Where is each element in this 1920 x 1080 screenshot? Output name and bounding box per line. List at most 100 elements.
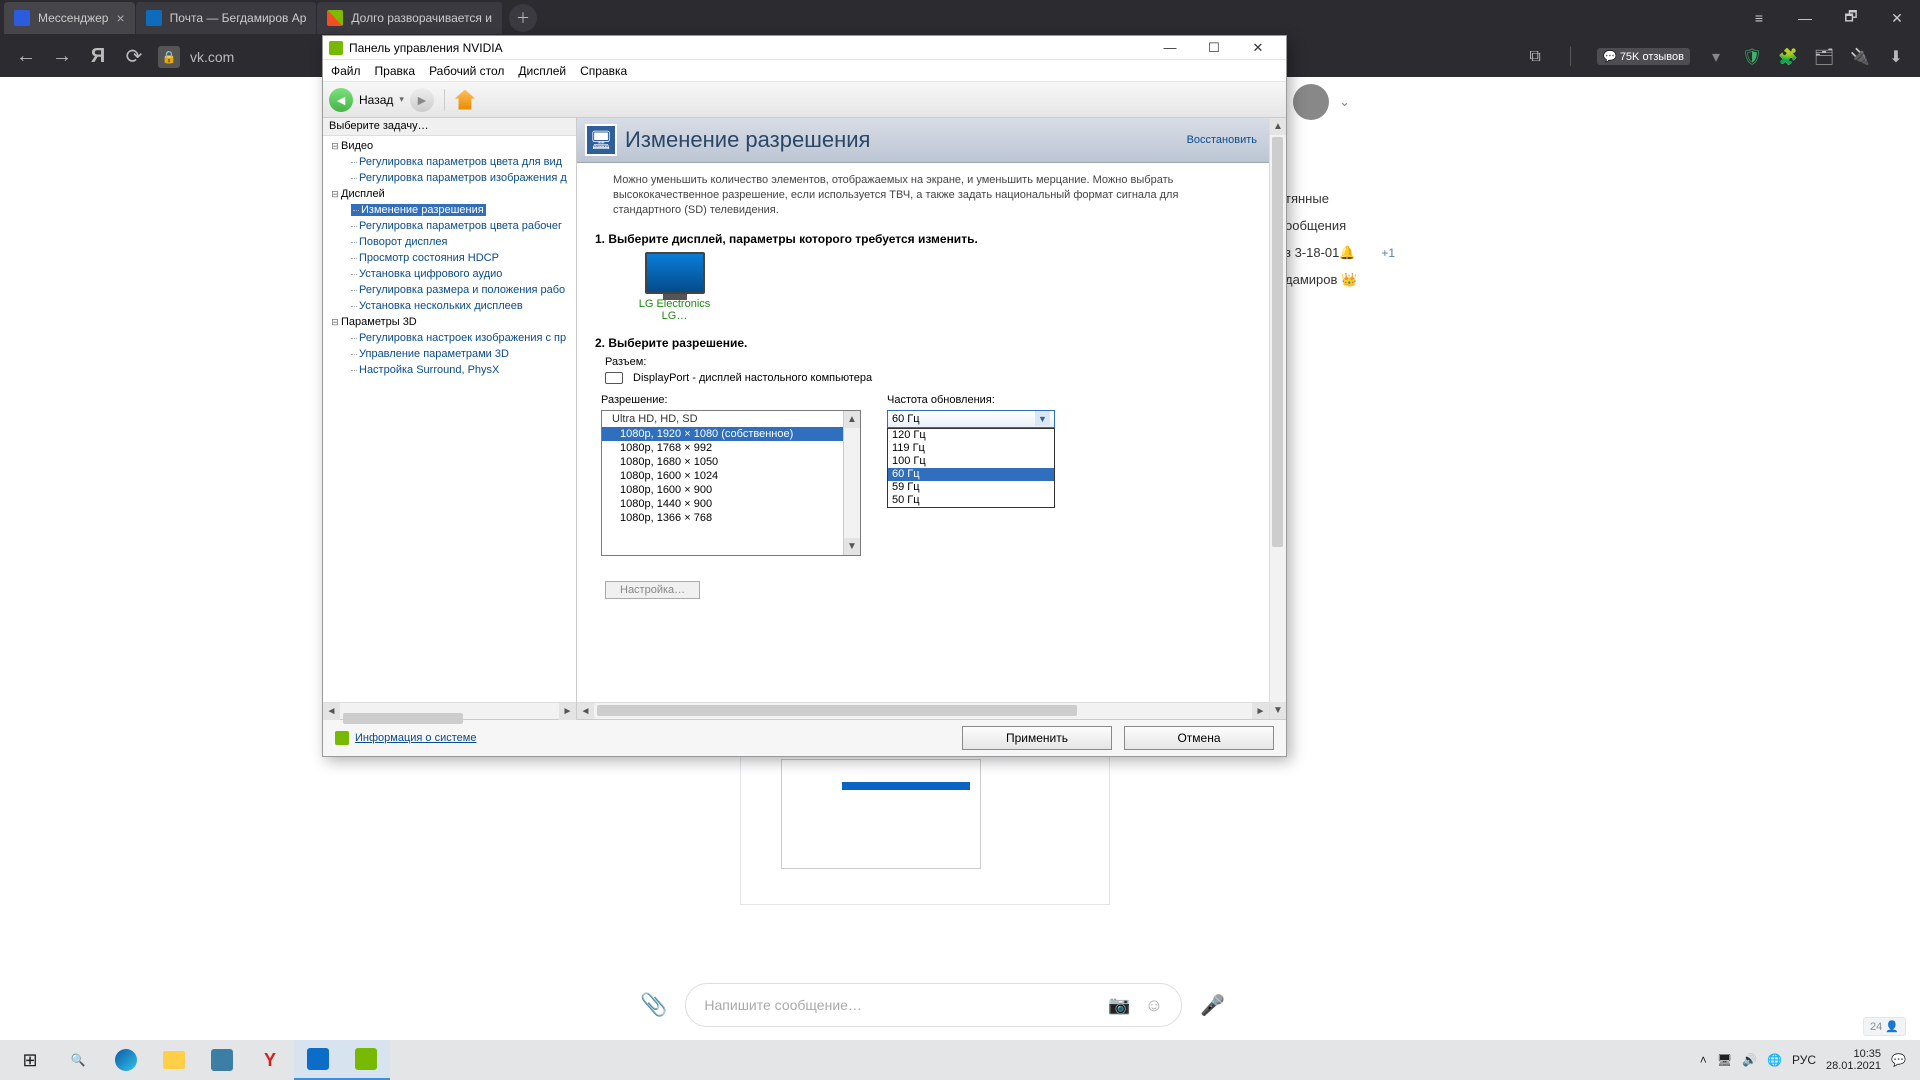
menu-edit[interactable]: Правка (375, 64, 416, 78)
resolution-option[interactable]: 1080p, 1440 × 900 (602, 497, 860, 511)
task-tree[interactable]: ⊟ВидеоРегулировка параметров цвета для в… (323, 136, 576, 702)
taskbar-edge[interactable] (102, 1040, 150, 1080)
list-item[interactable]: з 3-18-01🔔+1 (1285, 239, 1395, 266)
bookmark-icon[interactable]: ▾ (1706, 47, 1726, 67)
notifications-icon[interactable]: 💬 (1891, 1053, 1906, 1067)
tree-item[interactable]: ⊟Параметры 3D (323, 314, 576, 330)
resolution-listbox[interactable]: Ultra HD, HD, SD 1080p, 1920 × 1080 (соб… (601, 410, 861, 556)
home-icon[interactable] (455, 90, 475, 110)
content-vscroll[interactable]: ▲ ▼ (1269, 118, 1286, 719)
refresh-option[interactable]: 60 Гц (888, 468, 1054, 481)
scroll-left-icon[interactable]: ◄ (323, 703, 340, 720)
tree-item[interactable]: Регулировка параметров цвета для вид (323, 154, 576, 170)
system-info-link[interactable]: Информация о системе (335, 731, 476, 745)
taskbar-photos[interactable] (198, 1040, 246, 1080)
tab-microsoft[interactable]: Долго разворачивается и (317, 2, 502, 34)
back-button[interactable]: ◄ (329, 88, 353, 112)
collections-icon[interactable]: 🗂 (1814, 47, 1834, 67)
restore-button[interactable]: 🗗 (1828, 0, 1874, 36)
monitor-tray-icon[interactable]: 🖥 (1717, 1053, 1732, 1067)
tab-messenger[interactable]: Мессенджер × (4, 2, 135, 34)
list-item[interactable]: тянные (1285, 185, 1395, 212)
menu-file[interactable]: Файл (331, 64, 361, 78)
refresh-option[interactable]: 59 Гц (888, 481, 1054, 494)
settings-button[interactable]: Настройка… (605, 581, 700, 599)
menu-desktop[interactable]: Рабочий стол (429, 64, 504, 78)
taskbar-app-active-1[interactable] (294, 1040, 342, 1080)
address-bar[interactable]: 🔒 vk.com (158, 46, 234, 68)
tray-chevron-icon[interactable]: ˄ (1700, 1053, 1707, 1067)
resolution-option[interactable]: 1080p, 1920 × 1080 (собственное) (602, 427, 860, 441)
microphone-icon[interactable]: 🎤 (1200, 993, 1225, 1018)
minimize-button[interactable]: — (1148, 36, 1192, 60)
tab-mail[interactable]: Почта — Бегдамиров Ар (136, 2, 317, 34)
scroll-thumb[interactable] (343, 713, 463, 724)
apply-button[interactable]: Применить (962, 726, 1112, 750)
camera-icon[interactable]: 📷 (1108, 995, 1130, 1016)
downloads-icon[interactable]: ⬇ (1886, 47, 1906, 67)
taskbar-explorer[interactable] (150, 1040, 198, 1080)
scroll-thumb[interactable] (597, 705, 1077, 716)
menu-display[interactable]: Дисплей (518, 64, 566, 78)
resolution-option[interactable]: 1080p, 1768 × 992 (602, 441, 860, 455)
tree-item[interactable]: Изменение разрешения (323, 202, 576, 218)
forward-button[interactable]: → (50, 45, 74, 68)
tree-item[interactable]: ⊟Видео (323, 138, 576, 154)
tree-item[interactable]: Регулировка параметров цвета рабочег (323, 218, 576, 234)
search-button[interactable]: 🔍 (54, 1040, 102, 1080)
new-tab-button[interactable]: ＋ (509, 4, 537, 32)
copy-icon[interactable]: ⧉ (1525, 47, 1545, 67)
list-scrollbar[interactable]: ▲ ▼ (843, 411, 860, 555)
reload-button[interactable]: ⟳ (122, 44, 146, 69)
resolution-option[interactable]: 1080p, 1680 × 1050 (602, 455, 860, 469)
message-input[interactable]: Напишите сообщение… 📷 ☺ (685, 983, 1182, 1027)
extension-icon[interactable]: 🔌 (1850, 47, 1870, 67)
scroll-thumb[interactable] (1272, 137, 1283, 547)
restore-link[interactable]: Восстановить (1187, 134, 1257, 146)
puzzle-icon[interactable]: 🧩 (1778, 47, 1798, 67)
list-item[interactable]: дамиров 👑 (1285, 266, 1395, 293)
tree-item[interactable]: Просмотр состояния HDCP (323, 250, 576, 266)
content-hscroll[interactable]: ◄ ► (577, 702, 1269, 719)
refresh-combobox[interactable]: 60 Гц ▼ (887, 410, 1055, 428)
refresh-dropdown[interactable]: 120 Гц119 Гц100 Гц60 Гц59 Гц50 Гц (887, 428, 1055, 508)
refresh-option[interactable]: 119 Гц (888, 442, 1054, 455)
scroll-up-icon[interactable]: ▲ (1270, 118, 1286, 135)
attach-icon[interactable]: 📎 (640, 992, 667, 1018)
scroll-up-icon[interactable]: ▲ (844, 411, 860, 428)
reviews-badge[interactable]: 💬 75K отзывов (1597, 48, 1690, 65)
tree-item[interactable]: Установка цифрового аудио (323, 266, 576, 282)
resolution-option[interactable]: 1080p, 1366 × 768 (602, 511, 860, 525)
list-item[interactable]: ообщения (1285, 212, 1395, 239)
shield-icon[interactable]: 🛡 (1742, 47, 1762, 67)
resolution-option[interactable]: 1080p, 1600 × 1024 (602, 469, 860, 483)
refresh-option[interactable]: 50 Гц (888, 494, 1054, 507)
close-icon[interactable]: × (116, 10, 124, 26)
tree-item[interactable]: Установка нескольких дисплеев (323, 298, 576, 314)
resolution-option[interactable]: 1080p, 1600 × 900 (602, 483, 860, 497)
scroll-down-icon[interactable]: ▼ (1270, 702, 1286, 719)
forward-button[interactable]: ► (410, 88, 434, 112)
volume-icon[interactable]: 🔊 (1742, 1053, 1757, 1067)
scroll-down-icon[interactable]: ▼ (844, 538, 860, 555)
network-icon[interactable]: 🌐 (1767, 1053, 1782, 1067)
taskbar-nvidia[interactable] (342, 1040, 390, 1080)
tree-item[interactable]: Поворот дисплея (323, 234, 576, 250)
language-indicator[interactable]: РУС (1792, 1053, 1816, 1067)
emoji-icon[interactable]: ☺ (1145, 995, 1163, 1016)
taskbar-yandex[interactable]: Y (246, 1040, 294, 1080)
minimize-button[interactable]: — (1782, 0, 1828, 36)
tree-item[interactable]: Регулировка настроек изображения с пр (323, 330, 576, 346)
scroll-left-icon[interactable]: ◄ (577, 703, 594, 719)
menu-button[interactable]: ≡ (1736, 0, 1782, 36)
tree-item[interactable]: Управление параметрами 3D (323, 346, 576, 362)
start-button[interactable]: ⊞ (6, 1040, 54, 1080)
tree-item[interactable]: Настройка Surround, PhysX (323, 362, 576, 378)
tree-scrollbar[interactable]: ◄ ► (323, 702, 576, 719)
close-button[interactable]: ✕ (1236, 36, 1280, 60)
yandex-button[interactable]: Я (86, 45, 110, 68)
clock[interactable]: 10:35 28.01.2021 (1826, 1048, 1881, 1072)
back-button[interactable]: ← (14, 45, 38, 68)
refresh-option[interactable]: 100 Гц (888, 455, 1054, 468)
cancel-button[interactable]: Отмена (1124, 726, 1274, 750)
